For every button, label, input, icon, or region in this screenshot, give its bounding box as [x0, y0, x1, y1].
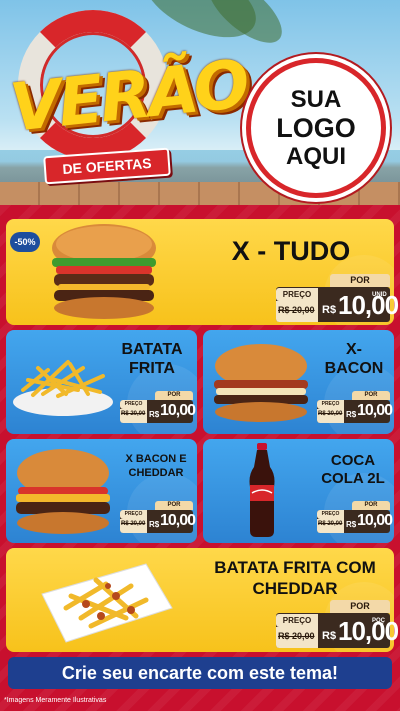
price-value: 10,00: [338, 290, 399, 320]
cta-button[interactable]: Crie seu encarte com este tema!: [8, 657, 392, 689]
cheddar-fries-icon: [41, 563, 173, 643]
price-label: PREÇO: [317, 510, 344, 519]
product-name: X- BACON: [314, 340, 394, 378]
price-value: 10,00: [357, 402, 393, 419]
product-name-line: COCA: [330, 452, 376, 469]
disclaimer: *Imagens Meramente Ilustrativas: [4, 697, 107, 704]
product-name-line: CHEDDAR: [252, 579, 338, 598]
bacon-burger-icon: [214, 344, 308, 422]
product-name: X - TUDO: [231, 236, 351, 266]
price-label: PREÇO: [276, 288, 318, 301]
price-tag: POR PREÇO R$ 20,00 R$ 10,00: [317, 501, 393, 533]
price-tag: POR PREÇO R$ 20,00 R$ 10,00: [317, 391, 393, 423]
burger-icon: [52, 224, 156, 319]
cheddar-burger-icon: [16, 449, 110, 534]
price-unit: POÇ: [372, 618, 386, 624]
old-price: R$ 20,00: [278, 631, 315, 641]
currency: R$: [322, 630, 337, 642]
old-price: R$ 20,00: [121, 521, 146, 527]
price-por-label: POR: [155, 391, 193, 400]
price-label: PREÇO: [317, 400, 344, 409]
product-name: COCA COLA 2L: [312, 452, 394, 488]
price-tag: POR PREÇO R$ 20,00 R$ 10,00: [120, 501, 196, 533]
product-name-line: X BACON E: [125, 453, 187, 465]
product-name-line: X-: [346, 341, 362, 358]
currency: R$: [346, 410, 357, 419]
currency: R$: [149, 410, 160, 419]
logo-placeholder: SUA LOGO AQUI: [246, 58, 386, 198]
logo-line: SUA: [290, 86, 342, 113]
old-price: R$ 20,00: [121, 411, 146, 417]
old-price: R$ 20,00: [278, 305, 315, 315]
old-price: R$ 20,00: [318, 411, 343, 417]
logo-line: AQUI: [286, 143, 346, 170]
price-por-label: POR: [155, 501, 193, 510]
price-tag: POR PREÇO R$ 20,00 R$ 10,00 POÇ: [276, 600, 399, 648]
logo-line: LOGO: [276, 113, 356, 143]
product-name-line: BACON: [324, 360, 384, 377]
price-tag: POR PREÇO R$ 20,00 R$ 10,00: [120, 391, 196, 423]
product-name-line: COLA 2L: [321, 470, 385, 487]
product-name: X BACON E CHEDDAR: [118, 452, 194, 480]
price-label: PREÇO: [276, 614, 318, 627]
price-value: 10,00: [160, 512, 196, 529]
product-name-line: CHEDDAR: [128, 467, 184, 479]
price-por-label: POR: [330, 600, 390, 613]
product-name-line: BATATA FRITA COM: [214, 558, 376, 577]
currency: R$: [322, 304, 337, 316]
product-name-line: BATATA: [121, 341, 183, 358]
price-value: 10,00: [338, 616, 399, 646]
price-por-label: POR: [330, 274, 390, 287]
product-name: BATATA FRITA COM CHEDDAR: [200, 557, 390, 599]
old-price: R$ 20,00: [318, 521, 343, 527]
discount-badge: -50%: [10, 232, 40, 252]
price-por-label: POR: [352, 501, 390, 510]
price-tag: POR PREÇO R$ 20,00 R$ 10,00 UNID: [276, 274, 399, 322]
product-name-line: FRITA: [129, 360, 175, 377]
price-label: PREÇO: [120, 510, 147, 519]
soda-bottle-icon: [249, 443, 275, 537]
price-value: 10,00: [160, 402, 196, 419]
header-banner: VERÃO DE OFERTAS SUA LOGO AQUI: [0, 0, 400, 215]
price-value: 10,00: [357, 512, 393, 529]
currency: R$: [149, 520, 160, 529]
price-unit: UNID: [372, 292, 387, 298]
currency: R$: [346, 520, 357, 529]
product-name: BATATA FRITA: [110, 340, 194, 378]
promo-title: VERÃO: [6, 45, 251, 147]
fries-icon: [13, 360, 113, 416]
price-label: PREÇO: [120, 400, 147, 409]
price-por-label: POR: [352, 391, 390, 400]
